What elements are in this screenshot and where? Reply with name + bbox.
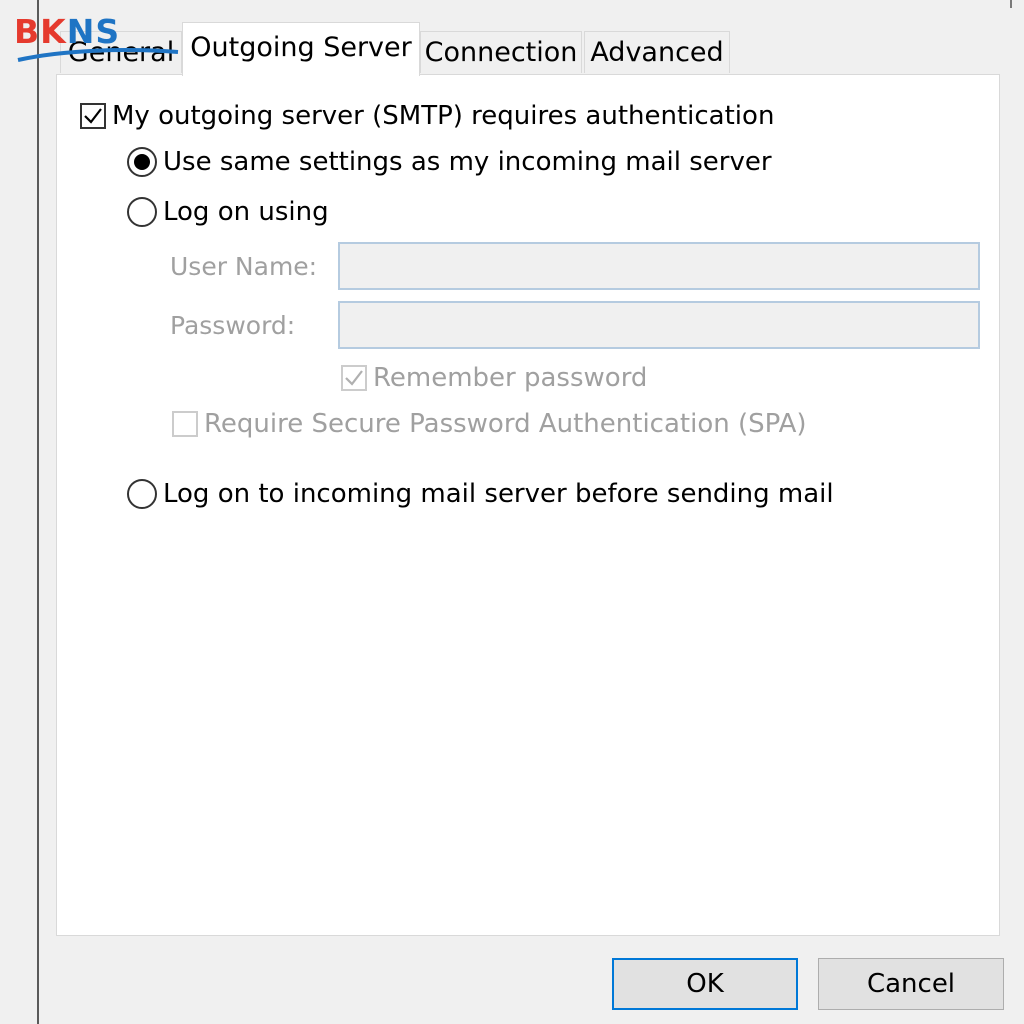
checkmark-icon xyxy=(345,370,363,386)
remember-password-checkbox[interactable] xyxy=(341,365,367,391)
same-settings-label: Use same settings as my incoming mail se… xyxy=(163,147,772,177)
log-on-using-label: Log on using xyxy=(163,197,329,227)
ok-button[interactable]: OK xyxy=(612,958,798,1010)
requires-auth-label: My outgoing server (SMTP) requires authe… xyxy=(112,101,775,131)
log-on-incoming-row[interactable]: Log on to incoming mail server before se… xyxy=(127,479,834,509)
window-frame-left xyxy=(37,0,39,1024)
bkns-logo: BKNS xyxy=(14,12,182,64)
same-settings-radio[interactable] xyxy=(127,147,157,177)
tab-advanced[interactable]: Advanced xyxy=(584,31,730,73)
user-name-label: User Name: xyxy=(170,252,318,281)
requires-auth-row[interactable]: My outgoing server (SMTP) requires authe… xyxy=(80,101,774,131)
radio-selected-dot xyxy=(134,154,150,170)
same-settings-row[interactable]: Use same settings as my incoming mail se… xyxy=(127,147,772,177)
spa-label: Require Secure Password Authentication (… xyxy=(204,409,807,439)
user-name-input[interactable] xyxy=(338,242,980,290)
password-label: Password: xyxy=(170,311,296,340)
log-on-using-row[interactable]: Log on using xyxy=(127,197,329,227)
checkmark-icon xyxy=(84,108,102,124)
remember-password-label: Remember password xyxy=(373,363,648,393)
log-on-incoming-label: Log on to incoming mail server before se… xyxy=(163,479,834,509)
password-input[interactable] xyxy=(338,301,980,349)
spa-checkbox[interactable] xyxy=(172,411,198,437)
tab-connection[interactable]: Connection xyxy=(420,31,582,73)
log-on-incoming-radio[interactable] xyxy=(127,479,157,509)
remember-password-row[interactable]: Remember password xyxy=(341,363,647,393)
log-on-using-radio[interactable] xyxy=(127,197,157,227)
requires-auth-checkbox[interactable] xyxy=(80,103,106,129)
window-frame-corner xyxy=(1010,0,1024,8)
cancel-button[interactable]: Cancel xyxy=(818,958,1004,1010)
logo-swoosh-icon xyxy=(17,48,179,62)
tab-outgoing-server[interactable]: Outgoing Server xyxy=(182,22,420,76)
spa-row[interactable]: Require Secure Password Authentication (… xyxy=(172,409,807,439)
